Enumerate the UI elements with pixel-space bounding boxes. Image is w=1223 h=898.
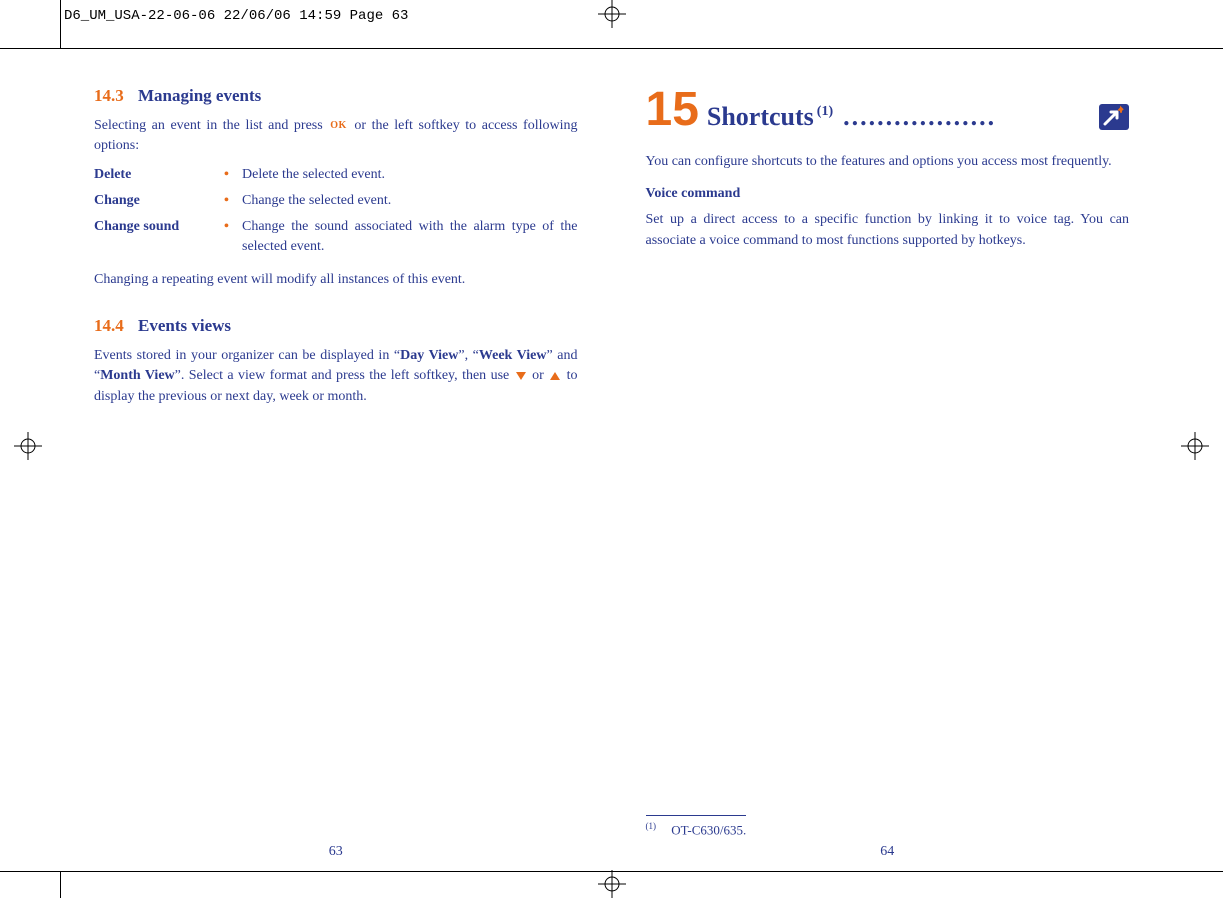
intro-text-a: Selecting an event in the list and press [94,118,328,133]
option-row-change: Change • Change the selected event. [94,191,578,211]
footnote-mark: (1) [646,821,657,831]
section-14-3-note: Changing a repeating event will modify a… [94,270,578,290]
chapter-dots: .................. [843,102,996,132]
page-spread: 14.3 Managing events Selecting an event … [60,48,1163,872]
option-desc: Change the sound associated with the ala… [242,217,578,258]
bullet-icon: • [224,191,242,211]
voice-command-para: Set up a direct access to a specific fun… [646,210,1130,251]
arrow-up-icon [550,372,560,380]
registration-mark-bottom [598,870,626,898]
footnote-text: OT-C630/635. [671,822,746,837]
registration-mark-top [598,0,626,28]
option-label: Change sound [94,217,224,258]
option-desc: Delete the selected event. [242,165,578,185]
footnote-rule [646,815,746,816]
option-row-change-sound: Change sound • Change the sound associat… [94,217,578,258]
text: ”. Select a view format and press the le… [175,368,514,383]
section-number: 14.4 [94,316,124,335]
section-title: Managing events [138,86,261,105]
week-view-label: Week View [479,348,547,363]
section-14-4-heading: 14.4 Events views [94,316,578,336]
chapter-15-heading: 15 Shortcuts(1) .................. [646,86,1130,134]
registration-mark-left [14,432,42,460]
section-14-3-heading: 14.3 Managing events [94,86,578,106]
voice-command-heading: Voice command [646,186,1130,202]
page-right: 15 Shortcuts(1) .................. You c… [612,48,1164,872]
bullet-icon: • [224,165,242,185]
registration-mark-right [1181,432,1209,460]
section-14-3-intro: Selecting an event in the list and press… [94,116,578,157]
chapter-footnote-ref: (1) [817,104,833,119]
ok-icon: OK [330,119,347,134]
crop-edge-top [60,0,61,48]
page-number-left: 63 [60,844,612,860]
chapter-title: Shortcuts(1) [707,102,833,132]
text: ”, “ [458,348,479,363]
day-view-label: Day View [400,348,458,363]
option-label: Delete [94,165,224,185]
text: Events stored in your organizer can be d… [94,348,400,363]
prepress-slug: D6_UM_USA-22-06-06 22/06/06 14:59 Page 6… [64,8,408,24]
month-view-label: Month View [100,368,174,383]
footnote: (1) OT-C630/635. [646,821,747,838]
page-left: 14.3 Managing events Selecting an event … [60,48,612,872]
section-14-4-para: Events stored in your organizer can be d… [94,346,578,407]
bullet-icon: • [224,217,242,258]
text: or [528,368,549,383]
section-title: Events views [138,316,231,335]
shortcuts-icon [1099,104,1129,130]
chapter-number: 15 [646,86,699,134]
arrow-down-icon [516,372,526,380]
section-number: 14.3 [94,86,124,105]
chapter-title-text: Shortcuts [707,102,814,131]
option-label: Change [94,191,224,211]
crop-edge-bottom [60,872,61,898]
option-desc: Change the selected event. [242,191,578,211]
shortcuts-intro: You can configure shortcuts to the featu… [646,152,1130,172]
option-row-delete: Delete • Delete the selected event. [94,165,578,185]
page-number-right: 64 [612,844,1164,860]
